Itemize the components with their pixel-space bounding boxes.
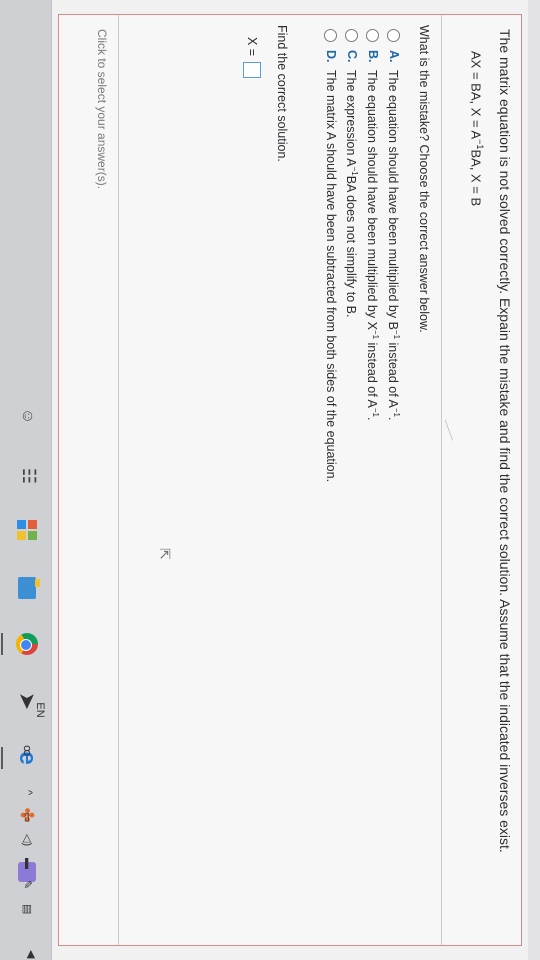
answer-label: X = [245, 37, 259, 57]
answer-input-box[interactable] [243, 62, 261, 79]
equation-exponent: −1 [475, 139, 485, 150]
window-top-strip [528, 0, 540, 960]
option-text: The equation should have been multiplied… [364, 70, 380, 421]
store-icon[interactable] [15, 518, 39, 542]
question-panel: The matrix equation is not solved correc… [58, 14, 522, 946]
option-letter: B. [366, 50, 380, 63]
option-text: The equation should have been multiplied… [385, 70, 401, 421]
option-text: The matrix A should have been subtracted… [324, 70, 338, 483]
people-tray-icon[interactable]: ꝏ [21, 745, 34, 756]
find-prompt: Find the correct solution. [275, 25, 289, 162]
option-b[interactable]: B. The equation should have been multipl… [359, 29, 380, 925]
radio-button[interactable] [366, 29, 379, 42]
given-equation: AX = BA, X = A−1BA, X = B [469, 51, 485, 206]
option-d[interactable]: D. The matrix A should have been subtrac… [317, 29, 338, 925]
option-c[interactable]: C. The expression A−1BA does not simplif… [338, 29, 359, 925]
chevron-up-icon[interactable]: ^ [22, 790, 34, 795]
battery-icon[interactable]: ▬ [22, 858, 34, 869]
option-letter: A. [387, 50, 401, 63]
language-indicator[interactable]: EN [34, 698, 46, 722]
rotated-screen: The matrix equation is not solved correc… [0, 0, 540, 960]
question-prompt: The matrix equation is not solved correc… [497, 29, 513, 853]
app-window: The matrix equation is not solved correc… [52, 0, 540, 960]
network-icon[interactable]: ▭ [21, 812, 34, 822]
file-explorer-icon[interactable] [15, 576, 39, 600]
volume-icon[interactable]: ◁) [21, 834, 34, 846]
option-text: The expression A−1BA does not simplify t… [343, 70, 359, 318]
divider [118, 15, 119, 945]
sub-question: What is the mistake? Choose the correct … [417, 25, 431, 333]
radio-button[interactable] [345, 29, 358, 42]
radio-button[interactable] [324, 29, 337, 42]
hint-text: Click to select your answer(s). [95, 29, 109, 190]
option-letter: C. [345, 50, 359, 63]
active-indicator [1, 747, 3, 769]
divider [441, 15, 442, 945]
mouse-cursor-icon: ⇱ [157, 548, 173, 560]
option-a[interactable]: A. The equation should have been multipl… [380, 29, 401, 925]
show-desktop-icon[interactable]: ◀ [25, 950, 38, 958]
people-icon[interactable]: ☷ [17, 461, 41, 491]
answer-options: A. The equation should have been multipl… [317, 29, 401, 925]
radio-button[interactable] [387, 29, 400, 42]
person-icon[interactable]: ☺ [15, 404, 39, 428]
answer-row: X = [243, 37, 261, 79]
equation-part-2: BA, X = B [468, 149, 484, 207]
option-letter: D. [324, 50, 338, 63]
pen-icon[interactable]: ✎ [21, 880, 34, 889]
active-indicator [1, 633, 3, 655]
equation-part-1: AX = BA, X = A [468, 51, 484, 140]
question-header: The matrix equation is not solved correc… [441, 29, 519, 933]
chrome-icon[interactable] [15, 632, 39, 656]
notification-icon[interactable]: ▤ [21, 904, 34, 914]
